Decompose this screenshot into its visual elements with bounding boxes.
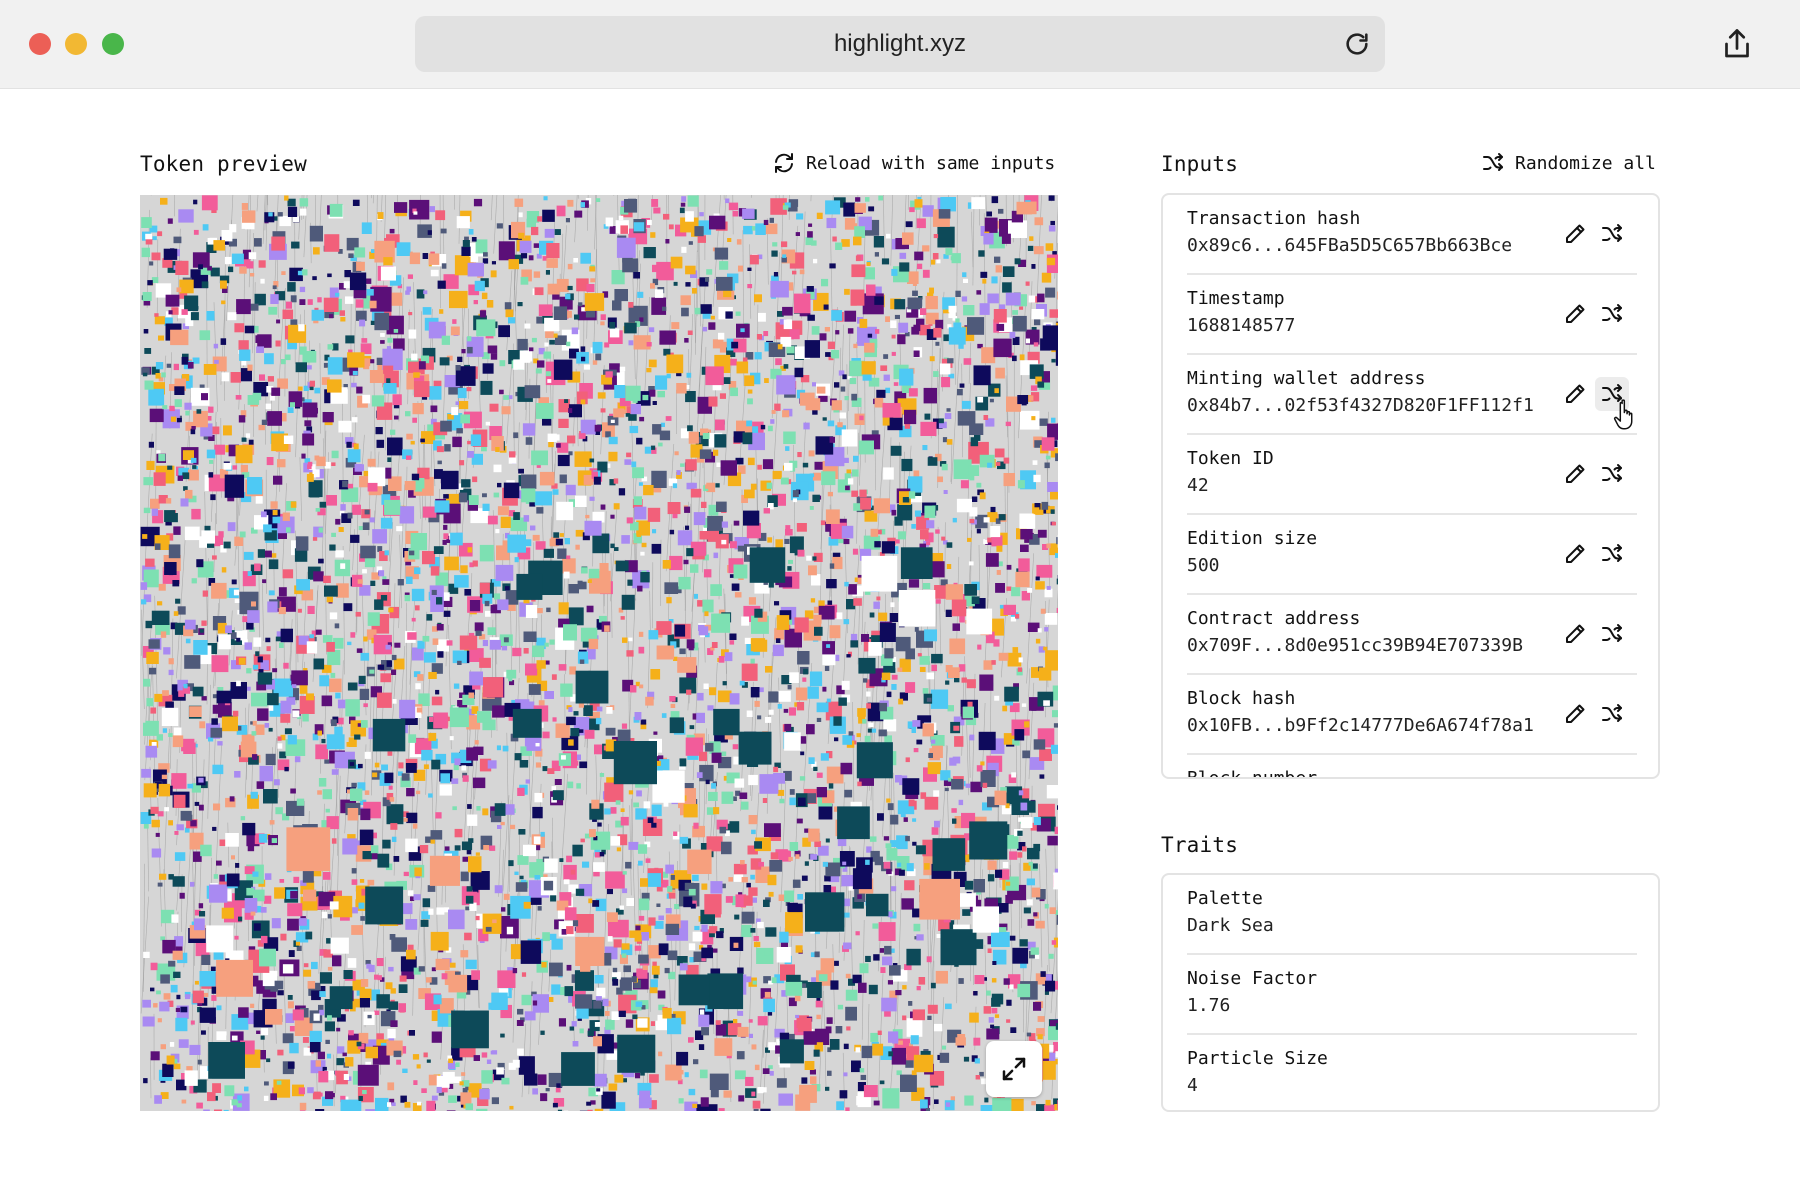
edit-input-button[interactable] bbox=[1558, 777, 1592, 779]
input-label: Token ID bbox=[1187, 448, 1274, 469]
input-row: Transaction hash 0x89c6...645FBa5D5C657Bb… bbox=[1187, 195, 1637, 275]
randomize-input-button[interactable] bbox=[1595, 377, 1629, 411]
trait-value: Dark Sea bbox=[1187, 915, 1274, 936]
share-icon[interactable] bbox=[1719, 26, 1755, 62]
reload-same-inputs-label: Reload with same inputs bbox=[806, 152, 1056, 174]
input-label: Transaction hash bbox=[1187, 208, 1361, 229]
pencil-icon bbox=[1566, 464, 1585, 483]
randomize-input-button[interactable] bbox=[1595, 457, 1629, 491]
trait-row: Palette Dark Sea bbox=[1187, 875, 1637, 955]
generative-artwork bbox=[140, 195, 1058, 1111]
randomize-input-button[interactable] bbox=[1595, 297, 1629, 331]
maximize-window-button[interactable] bbox=[102, 33, 124, 55]
shuffle-icon bbox=[1483, 153, 1503, 171]
trait-row: Particle Size 4 bbox=[1187, 1035, 1637, 1110]
trait-value: 4 bbox=[1187, 1075, 1198, 1096]
preview-title: Token preview bbox=[140, 152, 307, 176]
trait-row: Noise Factor 1.76 bbox=[1187, 955, 1637, 1035]
pencil-icon bbox=[1566, 304, 1585, 323]
shuffle-icon bbox=[1602, 304, 1622, 322]
edit-input-button[interactable] bbox=[1558, 537, 1592, 571]
input-row: Contract address 0x709F...8d0e951cc39B94E… bbox=[1187, 595, 1637, 675]
input-value: 42 bbox=[1187, 475, 1209, 496]
close-window-button[interactable] bbox=[29, 33, 51, 55]
input-label: Block number bbox=[1187, 768, 1318, 779]
input-row: Block hash 0x10FB...b9Ff2c14777De6A674f78… bbox=[1187, 675, 1637, 755]
randomize-input-button[interactable] bbox=[1595, 777, 1629, 779]
trait-label: Particle Size bbox=[1187, 1048, 1328, 1069]
shuffle-icon bbox=[1602, 704, 1622, 722]
input-row: Token ID 42 bbox=[1187, 435, 1637, 515]
input-row: Minting wallet address 0x84b7...02f53f432… bbox=[1187, 355, 1637, 435]
pencil-icon bbox=[1566, 544, 1585, 563]
pencil-icon bbox=[1566, 624, 1585, 643]
reload-icon[interactable] bbox=[1343, 30, 1371, 58]
input-label: Minting wallet address bbox=[1187, 368, 1426, 389]
trait-label: Noise Factor bbox=[1187, 968, 1318, 989]
input-row: Timestamp 1688148577 bbox=[1187, 275, 1637, 355]
edit-input-button[interactable] bbox=[1558, 697, 1592, 731]
randomize-all-button[interactable]: Randomize all bbox=[1481, 151, 1656, 175]
edit-input-button[interactable] bbox=[1558, 297, 1592, 331]
input-value: 1688148577 bbox=[1187, 315, 1296, 336]
input-value: 0x709F...8d0e951cc39B94E707339B bbox=[1187, 635, 1523, 656]
edit-input-button[interactable] bbox=[1558, 457, 1592, 491]
pencil-icon bbox=[1566, 384, 1585, 403]
input-value: 0x84b7...02f53f4327D820F1FF112f1 bbox=[1187, 395, 1534, 416]
randomize-input-button[interactable] bbox=[1595, 537, 1629, 571]
inputs-panel[interactable]: Transaction hash 0x89c6...645FBa5D5C657Bb… bbox=[1161, 193, 1660, 779]
traits-title: Traits bbox=[1161, 833, 1239, 857]
trait-label: Palette bbox=[1187, 888, 1263, 909]
input-label: Timestamp bbox=[1187, 288, 1285, 309]
token-preview-canvas[interactable] bbox=[140, 195, 1058, 1111]
edit-input-button[interactable] bbox=[1558, 217, 1592, 251]
expand-icon bbox=[1002, 1057, 1026, 1081]
input-row: Edition size 500 bbox=[1187, 515, 1637, 595]
input-label: Contract address bbox=[1187, 608, 1361, 629]
trait-value: 1.76 bbox=[1187, 995, 1231, 1016]
refresh-icon bbox=[775, 153, 793, 173]
address-bar[interactable]: highlight.xyz bbox=[415, 16, 1385, 72]
input-value: 0x10FB...b9Ff2c14777De6A674f78a1 bbox=[1187, 715, 1534, 736]
input-value: 0x89c6...645FBa5D5C657Bb663Bce bbox=[1187, 235, 1513, 256]
expand-button[interactable] bbox=[986, 1041, 1042, 1097]
input-value: 500 bbox=[1187, 555, 1220, 576]
reload-same-inputs-button[interactable]: Reload with same inputs bbox=[772, 151, 1055, 175]
input-label: Edition size bbox=[1187, 528, 1318, 549]
randomize-input-button[interactable] bbox=[1595, 617, 1629, 651]
minimize-window-button[interactable] bbox=[65, 33, 87, 55]
randomize-input-button[interactable] bbox=[1595, 697, 1629, 731]
shuffle-icon bbox=[1602, 384, 1622, 402]
input-label: Block hash bbox=[1187, 688, 1296, 709]
pencil-icon bbox=[1566, 704, 1585, 723]
input-row: Block number bbox=[1187, 755, 1637, 779]
inputs-title: Inputs bbox=[1161, 152, 1239, 176]
shuffle-icon bbox=[1602, 624, 1622, 642]
pencil-icon bbox=[1566, 224, 1585, 243]
edit-input-button[interactable] bbox=[1558, 617, 1592, 651]
shuffle-icon bbox=[1602, 224, 1622, 242]
url-text: highlight.xyz bbox=[833, 30, 967, 57]
browser-toolbar: highlight.xyz bbox=[0, 0, 1800, 89]
traits-panel: Palette Dark Sea Noise Factor 1.76 Particle … bbox=[1161, 873, 1660, 1112]
randomize-all-label: Randomize all bbox=[1515, 152, 1656, 174]
shuffle-icon bbox=[1602, 544, 1622, 562]
shuffle-icon bbox=[1602, 464, 1622, 482]
edit-input-button[interactable] bbox=[1558, 377, 1592, 411]
randomize-input-button[interactable] bbox=[1595, 217, 1629, 251]
